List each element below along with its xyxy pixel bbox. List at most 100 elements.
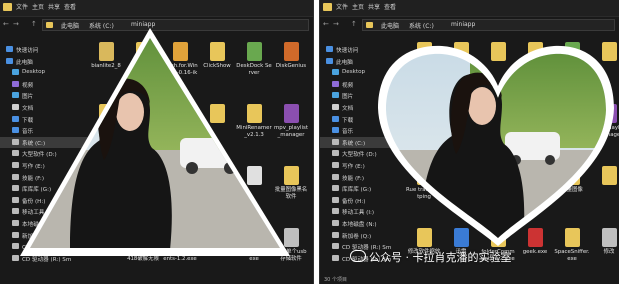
nav-item[interactable]: 大型软件 (D:) xyxy=(320,148,408,160)
file-item[interactable] xyxy=(443,104,479,125)
file-item[interactable] xyxy=(517,104,553,125)
file-item[interactable] xyxy=(591,42,619,63)
file-item[interactable] xyxy=(88,104,124,125)
nav-item[interactable]: 新加卷 (Q:) xyxy=(0,230,88,242)
back-arrow-icon[interactable]: ← xyxy=(323,20,329,28)
nav-item[interactable]: 移动工具 (I:) xyxy=(0,206,88,218)
file-item[interactable]: 修改 xyxy=(591,228,619,256)
nav-item[interactable]: 技能 (F:) xyxy=(320,172,408,184)
nav-item[interactable]: CD 驱动器 (R:) Sm xyxy=(0,253,88,265)
nav-item[interactable]: 视频 xyxy=(320,79,408,91)
file-item[interactable]: MiniRenamer_v2.1.3 xyxy=(236,104,272,139)
nav-item[interactable]: 系统 (C:) xyxy=(320,136,408,149)
file-item[interactable]: Rue transfer_tping xyxy=(406,166,442,201)
breadcrumb-item[interactable]: 此电脑 xyxy=(61,21,79,30)
nav-item[interactable]: Desktop xyxy=(0,67,88,79)
file-item[interactable]: ebo3.10.3 xyxy=(162,104,198,132)
back-arrow-icon[interactable]: ← xyxy=(3,20,9,28)
nav-item[interactable]: 本地磁盘 (N:) xyxy=(0,218,88,230)
file-item[interactable] xyxy=(125,42,161,63)
file-item[interactable] xyxy=(591,166,619,187)
nav-item[interactable]: 快速访问 xyxy=(320,44,408,56)
nav-item[interactable]: 移动工具 (I:) xyxy=(320,206,408,218)
nav-item[interactable]: 音乐 xyxy=(320,125,408,137)
breadcrumb-item[interactable]: miniapp xyxy=(131,21,155,28)
up-arrow-icon[interactable]: ↑ xyxy=(31,20,37,28)
tab-share[interactable]: 共享 xyxy=(368,2,380,11)
file-item[interactable] xyxy=(480,104,516,125)
file-item[interactable]: DeskDock Server xyxy=(554,42,590,77)
file-item[interactable]: 修改单个usb存储软件 xyxy=(273,228,309,263)
breadcrumb-item[interactable]: 此电脑 xyxy=(381,21,399,30)
nav-item[interactable]: 本地磁盘 (N:) xyxy=(320,218,408,230)
file-item[interactable] xyxy=(517,42,553,63)
tab-file[interactable]: 文件 xyxy=(16,2,28,11)
file-item[interactable] xyxy=(480,42,516,63)
file-item[interactable]: SpaceSniffer.exe xyxy=(554,228,590,263)
file-item[interactable] xyxy=(162,166,198,187)
file-item[interactable]: SpaceSniffer.exe xyxy=(236,228,272,263)
nav-item[interactable]: 大型软件 (D:) xyxy=(0,148,88,160)
file-item[interactable] xyxy=(199,166,235,187)
nav-item[interactable]: 下载 xyxy=(0,114,88,126)
breadcrumb[interactable]: 此电脑 系统 (C:) miniapp xyxy=(362,19,615,31)
file-item[interactable]: MiniRename_v2.1.3 xyxy=(554,104,590,139)
nav-item[interactable]: Desktop xyxy=(320,67,408,79)
tab-file[interactable]: 文件 xyxy=(336,2,348,11)
breadcrumb-item[interactable]: miniapp xyxy=(451,21,475,28)
nav-item[interactable]: 文档 xyxy=(320,102,408,114)
file-item[interactable]: ClickShow xyxy=(199,42,235,70)
nav-item[interactable]: 库库库 (G:) xyxy=(320,183,408,195)
nav-item[interactable]: 写作 (E:) xyxy=(320,160,408,172)
tab-share[interactable]: 共享 xyxy=(48,2,60,11)
file-item[interactable] xyxy=(443,166,479,187)
breadcrumb[interactable]: 此电脑 系统 (C:) miniapp xyxy=(42,19,309,31)
file-item[interactable] xyxy=(406,42,442,63)
file-item[interactable] xyxy=(125,104,161,125)
nav-item[interactable]: 库库库 (G:) xyxy=(0,183,88,195)
file-item[interactable] xyxy=(125,166,161,187)
nav-item[interactable]: 系统 (C:) xyxy=(0,136,88,149)
nav-item[interactable]: 文档 xyxy=(0,102,88,114)
nav-item[interactable]: CD 驱动器 (R:) Sm xyxy=(0,241,88,253)
breadcrumb-item[interactable]: 系统 (C:) xyxy=(89,21,114,30)
nav-item[interactable]: 此电脑 xyxy=(0,56,88,68)
file-item[interactable]: 修改软件缩放 xyxy=(88,228,124,256)
nav-item[interactable]: 下载 xyxy=(320,114,408,126)
nav-item[interactable]: 备份 (H:) xyxy=(0,195,88,207)
file-item[interactable]: geek.exe xyxy=(517,228,553,256)
tab-view[interactable]: 查看 xyxy=(384,2,396,11)
nav-item[interactable]: 技能 (F:) xyxy=(0,172,88,184)
file-item[interactable] xyxy=(480,166,516,187)
forward-arrow-icon[interactable]: → xyxy=(333,20,339,28)
up-arrow-icon[interactable]: ↑ xyxy=(351,20,357,28)
file-item[interactable]: 迅雷11.1.8.1418破解无限 xyxy=(125,228,161,263)
file-item[interactable]: geek.exe xyxy=(199,228,235,256)
nav-item[interactable]: 图片 xyxy=(320,90,408,102)
file-item[interactable] xyxy=(88,166,124,187)
nav-item[interactable]: 新加卷 (Q:) xyxy=(320,230,408,242)
file-item[interactable]: DiskGenius xyxy=(273,42,309,70)
tab-home[interactable]: 主页 xyxy=(32,2,44,11)
file-item[interactable]: FolderComments-1.2.exe xyxy=(162,228,198,263)
file-item[interactable] xyxy=(517,166,553,187)
nav-item[interactable]: 此电脑 xyxy=(320,56,408,68)
file-item[interactable]: 批量图像 xyxy=(554,166,590,194)
file-item[interactable]: mpv_playlist_manager xyxy=(591,104,619,139)
file-item[interactable]: Clash.for.Windows-0.16-ik xyxy=(162,42,198,77)
file-item[interactable] xyxy=(443,42,479,63)
nav-item[interactable]: 视频 xyxy=(0,79,88,91)
file-item[interactable]: DeskDock Server xyxy=(236,42,272,77)
file-item[interactable]: bianlite2_8 xyxy=(88,42,124,70)
nav-item[interactable]: 音乐 xyxy=(0,125,88,137)
file-item[interactable] xyxy=(199,104,235,125)
forward-arrow-icon[interactable]: → xyxy=(13,20,19,28)
tab-home[interactable]: 主页 xyxy=(352,2,364,11)
file-item[interactable]: 批量图像黑名软件 xyxy=(273,166,309,201)
breadcrumb-item[interactable]: 系统 (C:) xyxy=(409,21,434,30)
nav-item[interactable]: 快速访问 xyxy=(0,44,88,56)
file-item[interactable]: mpv_playlist_manager xyxy=(273,104,309,139)
nav-item[interactable]: 备份 (H:) xyxy=(320,195,408,207)
nav-item[interactable]: 图片 xyxy=(0,90,88,102)
file-item[interactable] xyxy=(236,166,272,187)
